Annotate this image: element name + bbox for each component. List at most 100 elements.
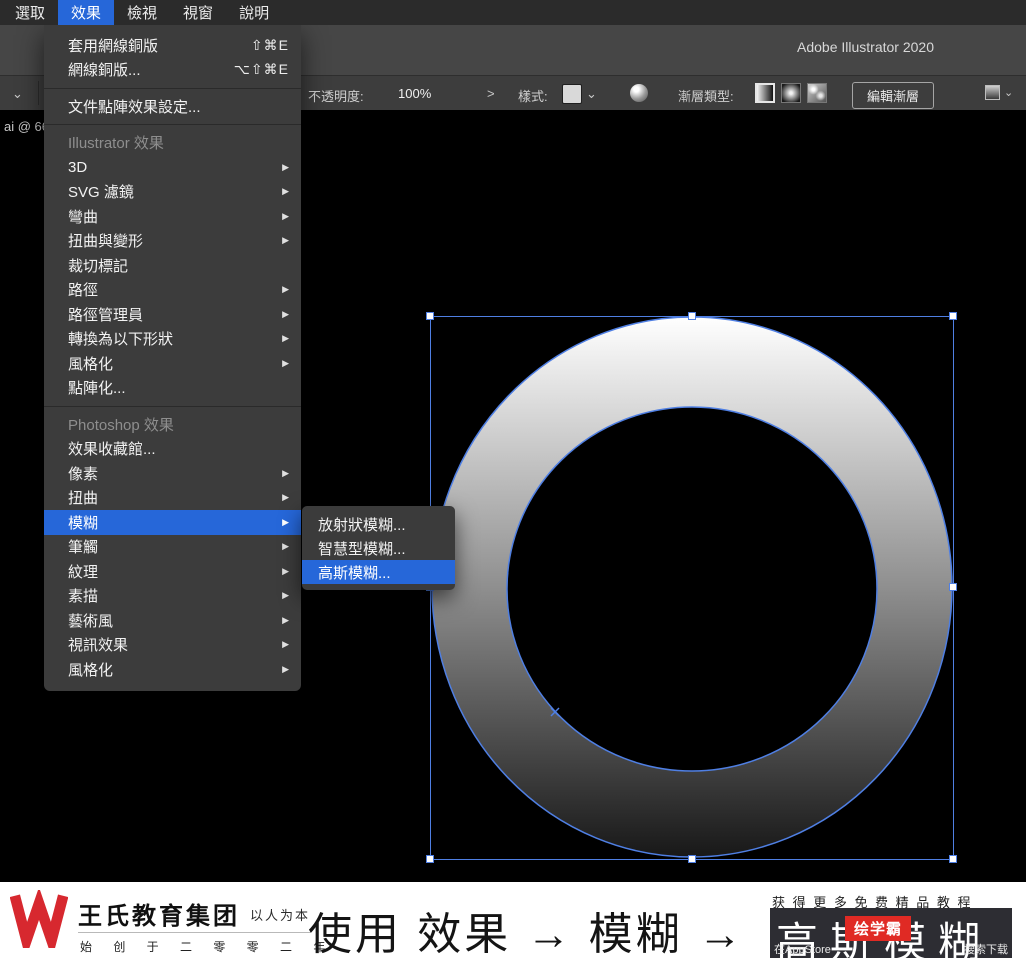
menu-item-label: 高斯模糊...	[318, 564, 391, 582]
selection-handle[interactable]	[949, 583, 957, 591]
menu-item-label: 像素	[68, 465, 99, 483]
divider	[38, 81, 39, 105]
effect-menu-item-14[interactable]: 風格化 ▶	[44, 351, 301, 376]
menu-item-label: 彎曲	[68, 208, 99, 226]
effect-menu-item-11[interactable]: 路徑 ▶	[44, 278, 301, 303]
effect-menu-item-9[interactable]: 扭曲與變形 ▶	[44, 229, 301, 254]
document-tab[interactable]: ai @ 66	[4, 119, 49, 134]
submenu-arrow-icon: ▶	[282, 467, 289, 478]
effect-menu-item-10[interactable]: 裁切標記	[44, 253, 301, 278]
menubar-item-1[interactable]: 效果	[58, 0, 115, 25]
menu-item-label: Illustrator 效果	[68, 135, 164, 153]
effect-menu-item-25[interactable]: 藝術風 ▶	[44, 608, 301, 633]
submenu-arrow-icon: ▶	[282, 210, 289, 221]
promo-text-line2-left: 在AppStore	[774, 944, 831, 956]
edit-gradient-button[interactable]: 編輯漸層	[852, 82, 935, 109]
submenu-arrow-icon: ▶	[282, 614, 289, 625]
effect-menu-item-1[interactable]: 網線銅版... ⌥⇧⌘E	[44, 58, 301, 83]
menu-item-label: 風格化	[68, 661, 114, 679]
effect-menu-item-7[interactable]: SVG 濾鏡 ▶	[44, 180, 301, 205]
effect-menu-item-6[interactable]: 3D ▶	[44, 155, 301, 180]
effect-menu-item-20[interactable]: 扭曲 ▶	[44, 486, 301, 511]
submenu-arrow-icon: ▶	[282, 186, 289, 197]
effect-menu-item-21[interactable]: 模糊 ▶	[44, 510, 301, 535]
chevron-down-icon[interactable]: ⌄	[586, 86, 597, 102]
selection-handle[interactable]	[949, 312, 957, 320]
submenu-arrow-icon: ▶	[282, 663, 289, 674]
effect-menu-item-19[interactable]: 像素 ▶	[44, 461, 301, 486]
gradient-sphere-icon[interactable]	[630, 84, 648, 102]
menubar-item-3[interactable]: 視窗	[170, 0, 226, 25]
menu-separator	[44, 405, 301, 407]
chevron-down-icon[interactable]: ⌄	[12, 86, 23, 102]
effect-menu-item-22[interactable]: 筆觸 ▶	[44, 535, 301, 560]
chevron-down-icon: ⌄	[1004, 87, 1014, 99]
menu-item-label: 3D	[68, 158, 88, 176]
submenu-arrow-icon: ▶	[282, 161, 289, 172]
radial-gradient-button[interactable]	[781, 83, 801, 103]
menu-item-label: 點陣化...	[68, 380, 126, 398]
style-swatch[interactable]	[562, 84, 582, 104]
submenu-arrow-icon: ▶	[282, 357, 289, 368]
effect-menu-item-3[interactable]: 文件點陣效果設定...	[44, 94, 301, 119]
menu-item-label: 智慧型模糊...	[318, 540, 406, 558]
opacity-label: 不透明度:	[308, 89, 364, 104]
menu-item-label: 路徑	[68, 282, 99, 300]
chevron-right-icon[interactable]: >	[487, 86, 495, 101]
panel-menu-dropdown[interactable]: ⌄	[985, 85, 1013, 100]
effect-menu-item-18[interactable]: 效果收藏館...	[44, 437, 301, 462]
selection-handle[interactable]	[949, 855, 957, 863]
app-title: Adobe Illustrator 2020	[797, 39, 934, 55]
selection-handle[interactable]	[426, 855, 434, 863]
blur-submenu-item-0[interactable]: 放射狀模糊...	[302, 512, 455, 536]
menu-item-label: 效果收藏館...	[68, 441, 156, 459]
effect-menu-item-27[interactable]: 風格化 ▶	[44, 657, 301, 682]
tutorial-caption: 使用 效果 → 模糊 →	[308, 910, 745, 959]
effect-menu: 套用網線銅版 ⇧⌘E 網線銅版... ⌥⇧⌘E 文件點陣效果設定... Illustrat…	[44, 25, 301, 691]
menu-item-label: 素描	[68, 588, 99, 606]
menubar: 選取 效果 檢視 視窗 說明	[0, 0, 1026, 25]
letter-o-shape[interactable]	[432, 316, 952, 858]
effect-menu-item-13[interactable]: 轉換為以下形狀 ▶	[44, 327, 301, 352]
menu-item-label: SVG 濾鏡	[68, 184, 134, 202]
opacity-value-field[interactable]: 100%	[398, 86, 431, 101]
footer-banner: 王氏教育集团 以人为本 始 创 于 二 零 零 二 年 使用 效果 → 模糊 →…	[0, 882, 1026, 974]
effect-menu-item-26[interactable]: 視訊效果 ▶	[44, 633, 301, 658]
effect-menu-item-0[interactable]: 套用網線銅版 ⇧⌘E	[44, 33, 301, 58]
submenu-arrow-icon: ▶	[282, 284, 289, 295]
effect-menu-item-15[interactable]: 點陣化...	[44, 376, 301, 401]
effect-menu-item-12[interactable]: 路徑管理員 ▶	[44, 302, 301, 327]
menu-separator	[44, 124, 301, 125]
menu-item-shortcut: ⇧⌘E	[250, 36, 289, 53]
submenu-arrow-icon: ▶	[282, 590, 289, 601]
illustrator-window: 選取 效果 檢視 視窗 說明 Adobe Illustrator 2020 ⌄ 不透明度…	[0, 0, 1026, 974]
menubar-item-4[interactable]: 說明	[226, 0, 282, 25]
submenu-arrow-icon: ▶	[282, 308, 289, 319]
menu-item-label: 放射狀模糊...	[318, 516, 406, 534]
effect-menu-item-8[interactable]: 彎曲 ▶	[44, 204, 301, 229]
style-label: 樣式:	[518, 89, 548, 104]
menu-item-shortcut: ⌥⇧⌘E	[233, 61, 289, 78]
menubar-item-2[interactable]: 檢視	[114, 0, 170, 25]
blur-submenu-item-2[interactable]: 高斯模糊...	[302, 560, 455, 584]
menu-item-label: 藝術風	[68, 612, 114, 630]
brand-name: 王氏教育集团	[78, 903, 240, 930]
selection-handle[interactable]	[426, 312, 434, 320]
submenu-arrow-icon: ▶	[282, 333, 289, 344]
menu-item-label: 路徑管理員	[68, 306, 144, 324]
selection-handle[interactable]	[688, 855, 696, 863]
brand-slogan: 以人为本	[250, 908, 311, 923]
effect-menu-item-23[interactable]: 紋理 ▶	[44, 559, 301, 584]
menu-item-label: Photoshop 效果	[68, 416, 174, 434]
blur-submenu-item-1[interactable]: 智慧型模糊...	[302, 536, 455, 560]
selection-handle[interactable]	[688, 312, 696, 320]
menu-separator	[44, 87, 301, 89]
promo-badge: 绘学霸	[845, 916, 912, 941]
effect-menu-item-24[interactable]: 素描 ▶	[44, 584, 301, 609]
gradient-type-label: 漸層類型:	[678, 89, 734, 104]
freeform-gradient-button[interactable]	[807, 83, 827, 103]
submenu-arrow-icon: ▶	[282, 235, 289, 246]
menu-section-header: Illustrator 效果	[44, 131, 301, 156]
linear-gradient-button[interactable]	[755, 83, 775, 103]
menubar-item-0[interactable]: 選取	[2, 0, 58, 25]
